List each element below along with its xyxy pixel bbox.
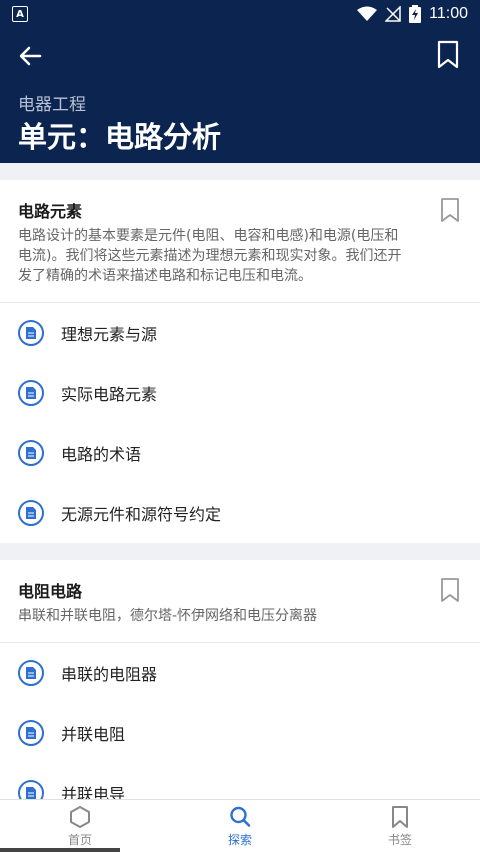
lesson-title: 串联的电阻器 <box>61 665 158 684</box>
lesson-item[interactable]: 电路的术语 <box>0 423 480 483</box>
lesson-title: 电路的术语 <box>61 445 142 464</box>
document-icon <box>18 380 44 406</box>
page-title: 单元：电路分析 <box>18 120 222 154</box>
document-icon <box>18 500 44 526</box>
document-icon <box>18 780 44 799</box>
wifi-icon <box>357 6 378 21</box>
lesson-title: 实际电路元素 <box>61 385 158 404</box>
document-icon <box>18 660 44 686</box>
nav-bookmarks-label: 书签 <box>387 833 412 847</box>
app-notification-icon: A <box>12 6 28 22</box>
lesson-title: 理想元素与源 <box>61 325 158 344</box>
no-signal-icon <box>385 6 401 22</box>
nav-bookmarks[interactable]: 书签 <box>320 800 480 852</box>
lesson-item[interactable]: 并联电导 <box>0 763 480 799</box>
section-header[interactable]: 电路元素 电路设计的基本要素是元件(电阻、电容和电感)和电源(电压和电流)。我们… <box>0 180 480 303</box>
app-header: 电器工程 单元：电路分析 <box>0 28 480 163</box>
nav-home[interactable]: 首页 <box>0 800 160 852</box>
course-name: 电器工程 <box>18 95 86 115</box>
lesson-title: 无源元件和源符号约定 <box>61 505 222 524</box>
content-scroll[interactable]: 电路元素 电路设计的基本要素是元件(电阻、电容和电感)和电源(电压和电流)。我们… <box>0 163 480 799</box>
lesson-title: 并联电导 <box>61 785 126 799</box>
lesson-item[interactable]: 并联电阻 <box>0 703 480 763</box>
document-icon <box>18 320 44 346</box>
battery-icon <box>409 5 422 23</box>
gesture-bar <box>0 848 120 852</box>
lesson-item[interactable]: 无源元件和源符号约定 <box>0 483 480 543</box>
section-card: 电阻电路 串联和并联电阻，德尔塔-怀伊网络和电压分离器 串联的电阻器 并联电阻 … <box>0 560 480 799</box>
section-description: 串联和并联电阻，德尔塔-怀伊网络和电压分离器 <box>18 608 318 624</box>
nav-explore-label: 探索 <box>227 833 252 847</box>
document-icon <box>18 440 44 466</box>
lesson-item[interactable]: 串联的电阻器 <box>0 643 480 703</box>
bookmark-icon <box>392 806 408 828</box>
clock: 11:00 <box>429 5 468 22</box>
lesson-item[interactable]: 理想元素与源 <box>0 303 480 363</box>
back-arrow-icon[interactable] <box>16 42 44 70</box>
bottom-nav: 首页 探索 书签 <box>0 799 480 852</box>
lesson-title: 并联电阻 <box>61 725 126 744</box>
section-description: 电路设计的基本要素是元件(电阻、电容和电感)和电源(电压和电流)。我们将这些元素… <box>18 228 402 284</box>
bookmark-icon[interactable] <box>436 40 460 70</box>
hexagon-icon <box>70 806 90 828</box>
section-title: 电阻电路 <box>18 582 83 601</box>
section-card: 电路元素 电路设计的基本要素是元件(电阻、电容和电感)和电源(电压和电流)。我们… <box>0 180 480 543</box>
section-title: 电路元素 <box>18 202 83 221</box>
search-icon <box>230 806 251 827</box>
nav-explore[interactable]: 探索 <box>160 800 320 852</box>
document-icon <box>18 720 44 746</box>
bookmark-icon[interactable] <box>440 197 460 223</box>
section-header[interactable]: 电阻电路 串联和并联电阻，德尔塔-怀伊网络和电压分离器 <box>0 560 480 643</box>
lesson-item[interactable]: 实际电路元素 <box>0 363 480 423</box>
status-bar: A 11:00 <box>0 0 480 28</box>
bookmark-icon[interactable] <box>440 577 460 603</box>
nav-home-label: 首页 <box>67 833 92 847</box>
